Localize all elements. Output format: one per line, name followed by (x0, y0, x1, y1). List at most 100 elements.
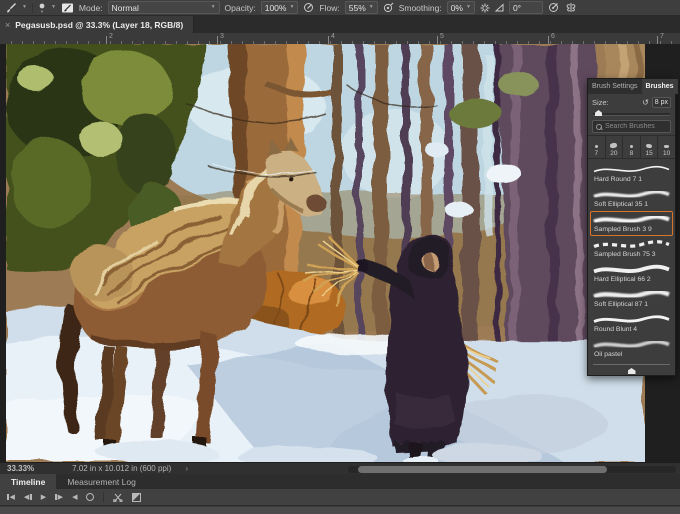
brush-search-field[interactable]: Search Brushes (592, 120, 671, 133)
smoothing-gear-icon[interactable] (480, 2, 490, 14)
playback-settings-icon[interactable] (86, 493, 95, 501)
brush-preset-picker-icon[interactable] (38, 2, 46, 14)
brush-name: Sampled Brush 3 9 (594, 226, 652, 233)
divider (593, 364, 670, 365)
toggle-brush-settings-icon[interactable] (61, 2, 74, 14)
brush-name: Hard Elliptical 66 2 (594, 276, 651, 283)
status-menu-chevron-icon[interactable]: › (185, 464, 188, 473)
brush-list-item[interactable]: Hard Round 7 1 (590, 161, 673, 186)
brushes-panel: Brush Settings Brushes Size: ↺ 8 px Sear… (587, 78, 678, 376)
size-label: Size: (592, 98, 609, 107)
tool-preset-chevron-icon[interactable]: ▼ (22, 5, 27, 10)
size-value-field[interactable]: 8 px (651, 97, 671, 108)
divider (103, 492, 105, 502)
options-bar: ▼ ▼ Mode: Normal ▼ Opacity: 100% ▼ Flow:… (0, 0, 680, 16)
search-icon (596, 123, 602, 130)
document-title: Pegasusb.psd @ 33.3% (Layer 18, RGB/8) (15, 19, 184, 30)
chevron-down-icon: ▼ (368, 4, 374, 10)
slider-track (593, 113, 670, 116)
brush-list-item[interactable]: Soft Elliptical 35 1 (590, 186, 673, 211)
chevron-down-icon: ▼ (466, 4, 471, 10)
tab-measurement-log[interactable]: Measurement Log (56, 474, 147, 489)
panel-resize-grip-icon[interactable] (627, 368, 636, 374)
ruler-number: 6 (551, 33, 555, 40)
flow-select[interactable]: 55% ▼ (344, 1, 378, 14)
zoom-level-field[interactable]: 33.33% (7, 464, 34, 473)
first-frame-button[interactable]: ◀ (7, 494, 15, 501)
brushes-panel-footer (588, 364, 675, 374)
recent-brush[interactable]: 10 (658, 136, 675, 158)
ruler-number: 3 (220, 33, 224, 40)
slider-thumb-icon[interactable] (595, 110, 602, 116)
recent-brush[interactable]: 7 (588, 136, 606, 158)
brush-size: 15 (645, 150, 653, 157)
angle-input[interactable]: 0° (508, 1, 543, 14)
brush-name: Soft Elliptical 35 1 (594, 201, 649, 208)
opacity-select[interactable]: 100% ▼ (260, 1, 299, 14)
ruler-tick (657, 36, 658, 44)
brush-list-item[interactable]: Oil pastel (590, 336, 673, 361)
document-tab[interactable]: × Pegasusb.psd @ 33.3% (Layer 18, RGB/8) (0, 16, 195, 33)
recent-brushes-row: 7 20 8 15 10 (588, 135, 675, 159)
brush-list-item[interactable]: Hard Elliptical 66 2 (590, 261, 673, 286)
brush-tip-icon (664, 145, 670, 148)
flow-value: 55% (348, 2, 366, 13)
status-bar: 33.33% 7.02 in x 10.012 in (600 ppi) › (0, 462, 680, 474)
brush-name: Sampled Brush 75 3 (594, 251, 656, 258)
pressure-opacity-icon[interactable] (303, 2, 314, 14)
transition-button[interactable] (132, 492, 142, 502)
tab-brush-settings[interactable]: Brush Settings (588, 79, 642, 94)
opacity-label: Opacity: (224, 2, 256, 13)
next-frame-button[interactable]: ▶ (55, 494, 63, 501)
airbrush-icon[interactable] (383, 2, 394, 14)
ruler-tick (328, 36, 329, 44)
ruler-tick (106, 36, 107, 44)
timeline-track-area[interactable] (0, 506, 680, 514)
smoothing-select[interactable]: 0% ▼ (446, 1, 475, 14)
ruler-number: 7 (660, 33, 664, 40)
close-icon[interactable]: × (5, 20, 10, 30)
brush-list-item[interactable]: Soft Elliptical 87 1 (590, 286, 673, 311)
recent-brush[interactable]: 8 (623, 136, 641, 158)
reset-size-icon[interactable]: ↺ (642, 98, 649, 107)
search-placeholder: Search Brushes (605, 123, 655, 130)
recent-brush[interactable]: 15 (641, 136, 659, 158)
brush-size: 10 (663, 150, 671, 157)
divider (31, 2, 33, 13)
recent-brush[interactable]: 20 (606, 136, 624, 158)
brushes-panel-tabs: Brush Settings Brushes (588, 79, 678, 94)
previous-frame-button[interactable]: ◀ (24, 494, 32, 501)
audio-mute-button[interactable]: ◀ (72, 494, 77, 501)
painting-svg (6, 44, 645, 462)
tab-brushes[interactable]: Brushes (641, 79, 678, 94)
canvas-artwork[interactable] (6, 44, 645, 462)
mode-select[interactable]: Normal ▼ (107, 1, 220, 14)
timeline-controls: ◀ ◀ ▶ ▶ ◀ (0, 489, 680, 506)
brush-size-slider[interactable] (593, 109, 670, 118)
chevron-down-icon: ▼ (210, 4, 216, 10)
brush-name: Round Blunt 4 (594, 326, 638, 333)
flow-label: Flow: (319, 2, 340, 13)
tab-timeline[interactable]: Timeline (0, 474, 57, 489)
brush-list-item-selected[interactable]: Sampled Brush 3 9 (590, 211, 673, 236)
brush-size: 7 (594, 150, 599, 157)
brush-list-item[interactable]: Sampled Brush 75 3 (590, 236, 673, 261)
smoothing-label: Smoothing: (398, 2, 442, 13)
smoothing-value: 0% (450, 2, 463, 13)
ruler-number: 4 (331, 33, 335, 40)
document-tab-bar: × Pegasusb.psd @ 33.3% (Layer 18, RGB/8) (0, 16, 680, 34)
document-info: 7.02 in x 10.012 in (600 ppi) (72, 464, 172, 473)
play-button[interactable]: ▶ (41, 494, 46, 501)
pressure-size-icon[interactable] (548, 2, 560, 14)
brush-tool-icon[interactable] (5, 2, 17, 14)
horizontal-scrollbar[interactable] (348, 465, 676, 473)
chevron-down-icon: ▼ (289, 4, 295, 10)
ruler-tick (437, 36, 438, 44)
brush-list-item[interactable]: Round Blunt 4 (590, 311, 673, 336)
brush-tip-icon (645, 143, 653, 149)
paint-symmetry-butterfly-icon[interactable] (565, 2, 577, 14)
scrollbar-thumb[interactable] (358, 465, 607, 473)
brush-preset-chevron-icon[interactable]: ▼ (51, 5, 56, 10)
split-clip-scissors-icon[interactable] (113, 493, 124, 502)
brush-size: 8 (629, 150, 634, 157)
